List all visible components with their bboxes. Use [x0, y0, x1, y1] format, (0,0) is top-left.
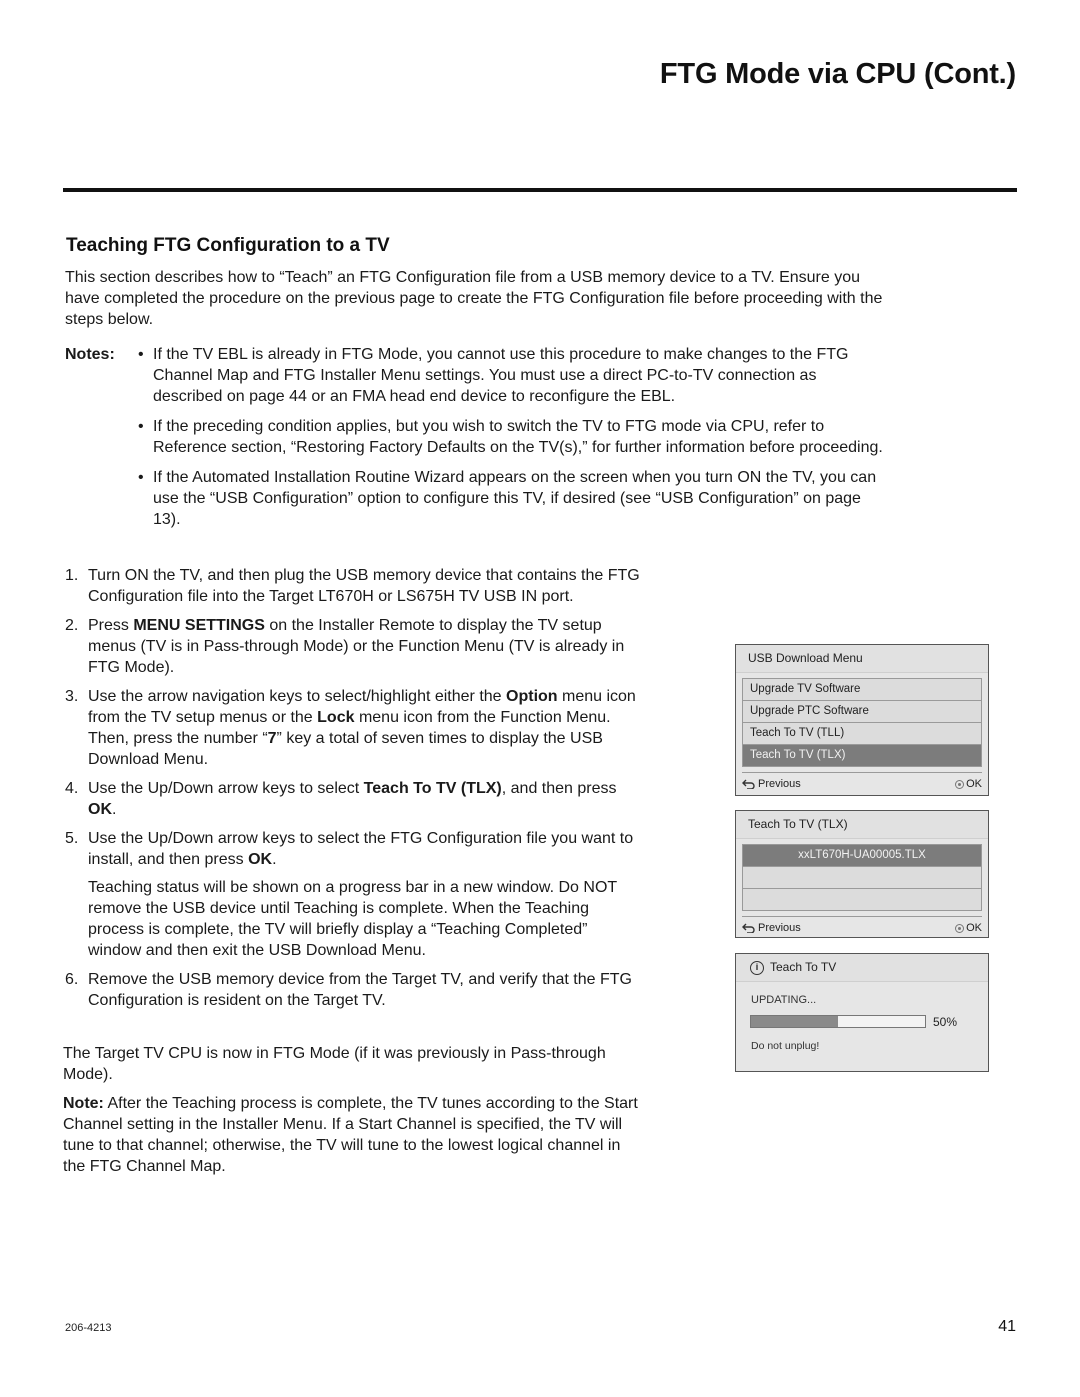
step-number: 5.	[65, 830, 79, 847]
progress-fill	[751, 1016, 838, 1027]
ok-dot-icon	[955, 923, 965, 933]
step-item: 6. Remove the USB memory device from the…	[65, 969, 640, 1011]
step-item: 2. Press MENU SETTINGS on the Installer …	[65, 615, 640, 678]
file-list: xxLT670H-UA00005.TLX	[742, 844, 982, 911]
step-number: 4.	[65, 780, 79, 797]
menu-item-teach-tlx[interactable]: Teach To TV (TLX)	[743, 745, 981, 766]
warning-text: Do not unplug!	[751, 1040, 820, 1052]
closing-paragraph: The Target TV CPU is now in FTG Mode (if…	[63, 1045, 606, 1083]
note-text: After the Teaching process is complete, …	[63, 1095, 638, 1175]
progress-percent: 50%	[933, 1015, 958, 1029]
back-arrow-icon	[742, 779, 755, 789]
screen-header: i Teach To TV	[736, 954, 988, 982]
note-text: If the Automated Installation Routine Wi…	[153, 469, 877, 528]
step-item: 3. Use the arrow navigation keys to sele…	[65, 686, 640, 770]
teach-progress-screen: i Teach To TV UPDATING... 50% Do not unp…	[735, 953, 989, 1072]
menu-item-upgrade-tv-software[interactable]: Upgrade TV Software	[743, 679, 981, 701]
closing-note: Note: After the Teaching process is comp…	[63, 1093, 638, 1177]
note-text: If the TV EBL is already in FTG Mode, yo…	[153, 346, 849, 405]
menu-list: Upgrade TV Software Upgrade PTC Software…	[742, 678, 982, 767]
screen-title: USB Download Menu	[736, 645, 988, 673]
step-key-term: Option	[506, 688, 558, 705]
step-text: Turn ON the TV, and then plug the USB me…	[88, 567, 640, 605]
step-key-term: Teach To TV (TLX)	[363, 780, 502, 797]
step-text: Press	[88, 617, 134, 634]
step-item: 1. Turn ON the TV, and then plug the USB…	[65, 565, 640, 607]
step-text: Use the Up/Down arrow keys to select	[88, 780, 364, 797]
intro-paragraph: This section describes how to “Teach” an…	[65, 269, 883, 328]
ok-label: OK	[966, 922, 982, 934]
menu-item-teach-tll[interactable]: Teach To TV (TLL)	[743, 723, 981, 745]
document-number: 206-4213	[65, 1322, 112, 1334]
note-item: • If the Automated Installation Routine …	[65, 467, 885, 530]
menu-item-upgrade-ptc-software[interactable]: Upgrade PTC Software	[743, 701, 981, 723]
ok-button[interactable]: OK	[955, 773, 982, 795]
step-item: 4. Use the Up/Down arrow keys to select …	[65, 778, 640, 820]
step-key-term: MENU SETTINGS	[133, 617, 265, 634]
file-item[interactable]: xxLT670H-UA00005.TLX	[743, 845, 981, 867]
step-key-term: OK	[88, 801, 112, 818]
previous-label: Previous	[758, 778, 801, 790]
step-text: .	[112, 801, 117, 818]
note-item: • If the preceding condition applies, bu…	[65, 416, 885, 458]
previous-button[interactable]: Previous	[742, 773, 801, 795]
step-number: 2.	[65, 617, 79, 634]
screen-title: Teach To TV (TLX)	[736, 811, 988, 839]
section-title: Teaching FTG Configuration to a TV	[66, 235, 390, 256]
screen-title: Teach To TV	[770, 960, 837, 974]
step-item: 5. Use the Up/Down arrow keys to select …	[65, 828, 640, 961]
file-item-empty[interactable]	[743, 889, 981, 910]
closing-block: The Target TV CPU is now in FTG Mode (if…	[63, 1043, 638, 1185]
step-number: 3.	[65, 688, 79, 705]
note-label: Note:	[63, 1095, 104, 1112]
previous-button[interactable]: Previous	[742, 917, 801, 939]
previous-label: Previous	[758, 922, 801, 934]
ok-button[interactable]: OK	[955, 917, 982, 939]
teach-tlx-screen: Teach To TV (TLX) xxLT670H-UA00005.TLX P…	[735, 810, 989, 938]
screen-footer: Previous OK	[742, 772, 982, 795]
file-item-empty[interactable]	[743, 867, 981, 889]
step-extra-text: Teaching status will be shown on a progr…	[88, 879, 617, 959]
step-text: .	[272, 851, 277, 868]
steps-list: 1. Turn ON the TV, and then plug the USB…	[65, 565, 640, 1019]
info-icon: i	[750, 960, 764, 975]
note-text: If the preceding condition applies, but …	[153, 418, 883, 456]
step-number: 1.	[65, 567, 79, 584]
step-key-term: Lock	[317, 709, 355, 726]
usb-download-menu-screen: USB Download Menu Upgrade TV Software Up…	[735, 644, 989, 796]
header-rule	[63, 188, 1017, 192]
step-text: , and then press	[501, 780, 617, 797]
bullet: •	[138, 346, 144, 363]
step-text: Use the Up/Down arrow keys to select the…	[88, 830, 634, 868]
note-item: • If the TV EBL is already in FTG Mode, …	[65, 344, 885, 407]
ok-dot-icon	[955, 779, 965, 789]
step-number: 6.	[65, 971, 79, 988]
notes-block: Notes: • If the TV EBL is already in FTG…	[65, 344, 885, 539]
bullet: •	[138, 418, 144, 435]
step-text: Use the arrow navigation keys to select/…	[88, 688, 507, 705]
progress-bar	[750, 1015, 926, 1028]
step-key-term: OK	[248, 851, 273, 868]
screen-footer: Previous OK	[742, 916, 982, 939]
step-text: Remove the USB memory device from the Ta…	[88, 971, 632, 1009]
page-number: 41	[998, 1318, 1016, 1335]
step-key-term: 7	[267, 730, 277, 747]
page-title: FTG Mode via CPU (Cont.)	[659, 58, 1016, 90]
status-text: UPDATING...	[751, 994, 817, 1006]
bullet: •	[138, 469, 144, 486]
ok-label: OK	[966, 778, 982, 790]
back-arrow-icon	[742, 923, 755, 933]
